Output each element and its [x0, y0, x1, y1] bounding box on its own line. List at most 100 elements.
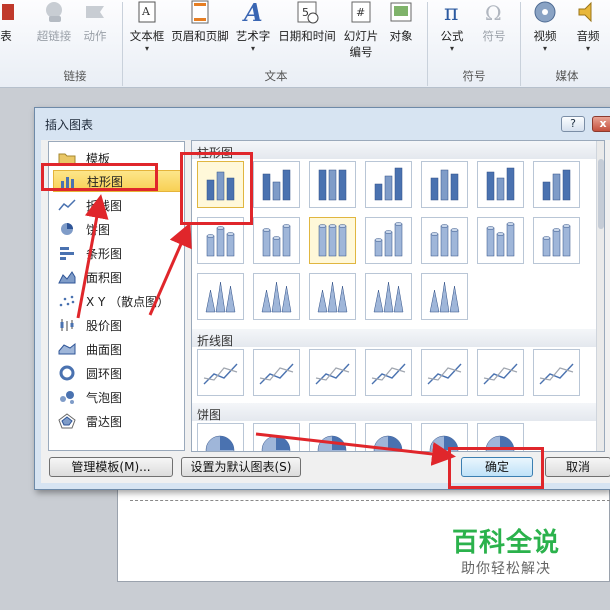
- category-bubble[interactable]: 气泡图: [53, 386, 181, 408]
- action-button[interactable]: 动作: [80, 0, 110, 68]
- chart-type-thumbnail[interactable]: [253, 217, 300, 264]
- close-button[interactable]: x: [592, 116, 610, 132]
- chart-preview-icon: [205, 281, 236, 313]
- header-footer-button[interactable]: 页眉和页脚: [168, 0, 232, 68]
- chart-preview-icon: [205, 435, 235, 451]
- group-label-text: 文本: [264, 69, 288, 83]
- chart-type-thumbnail[interactable]: [421, 349, 468, 396]
- category-pie[interactable]: 饼图: [53, 218, 181, 240]
- bar-chart-icon: [58, 245, 76, 261]
- video-icon: [532, 0, 558, 24]
- category-line[interactable]: 折线图: [53, 194, 181, 216]
- chart-type-thumbnail[interactable]: [477, 161, 524, 208]
- chart-gallery[interactable]: 柱形图 折线图 饼图: [191, 140, 605, 452]
- chart-preview-icon: [373, 281, 404, 313]
- chart-preview-icon: [262, 224, 291, 257]
- scrollbar-thumb[interactable]: [598, 159, 604, 229]
- chart-preview-icon: [318, 224, 347, 257]
- chart-type-thumbnail[interactable]: [365, 161, 412, 208]
- chart-type-thumbnail[interactable]: [309, 423, 356, 451]
- chart-type-thumbnail[interactable]: [197, 273, 244, 320]
- chart-type-thumbnail[interactable]: [533, 217, 580, 264]
- cancel-button[interactable]: 取消: [545, 457, 610, 477]
- watermark-subtitle: 助你轻松解决: [461, 561, 551, 577]
- chart-type-thumbnail[interactable]: [477, 217, 524, 264]
- category-doughnut[interactable]: 圆环图: [53, 362, 181, 384]
- action-icon: [82, 0, 108, 24]
- chart-type-thumbnail[interactable]: [309, 217, 356, 264]
- chart-type-thumbnail[interactable]: [253, 349, 300, 396]
- chart-type-thumbnail[interactable]: [365, 217, 412, 264]
- chart-type-thumbnail[interactable]: [309, 349, 356, 396]
- audio-icon: [575, 0, 601, 24]
- watermark-title: 百科全说: [452, 528, 561, 558]
- chart-preview-icon: [262, 169, 291, 201]
- category-bar[interactable]: 条形图: [53, 242, 181, 264]
- section-header-pie: 饼图: [197, 408, 222, 422]
- chart-preview-icon: [317, 435, 347, 451]
- section-header-line: 折线图: [197, 334, 234, 348]
- group-label-symbols: 符号: [462, 69, 486, 83]
- category-area[interactable]: 面积图: [53, 266, 181, 288]
- chevron-down-icon: ▾: [449, 44, 454, 53]
- gallery-scrollbar[interactable]: [596, 141, 604, 451]
- chart-preview-icon: [486, 222, 515, 257]
- equation-button[interactable]: π 公式 ▾: [432, 0, 472, 68]
- section-header-bg: [192, 329, 596, 347]
- chart-preview-icon: [371, 363, 406, 385]
- section-header-bg: [192, 403, 596, 421]
- group-separator: [427, 2, 428, 86]
- audio-button[interactable]: 音频 ▾: [570, 0, 606, 68]
- svg-text:#: #: [356, 6, 365, 19]
- chart-type-thumbnail[interactable]: [421, 161, 468, 208]
- chart-type-thumbnail[interactable]: [365, 349, 412, 396]
- chart-preview-icon: [430, 169, 459, 201]
- bubble-chart-icon: [58, 389, 76, 405]
- chart-type-thumbnail[interactable]: [309, 273, 356, 320]
- chart-preview-icon: [374, 167, 403, 201]
- chart-type-thumbnail[interactable]: [197, 349, 244, 396]
- manage-templates-button[interactable]: 管理模板(M)...: [49, 457, 173, 477]
- group-label-links: 链接: [63, 69, 87, 83]
- category-surface[interactable]: 曲面图: [53, 338, 181, 360]
- chart-preview-icon: [318, 169, 347, 201]
- chart-type-thumbnail[interactable]: [477, 349, 524, 396]
- wordart-button[interactable]: A 艺术字 ▾: [233, 0, 273, 68]
- chart-type-thumbnail[interactable]: [421, 217, 468, 264]
- slide-number-button[interactable]: # 幻灯片 编号: [340, 0, 382, 68]
- date-time-button[interactable]: 5 日期和时间: [275, 0, 339, 68]
- slide-number-icon: #: [348, 0, 374, 24]
- category-scatter[interactable]: X Y （散点图）: [53, 290, 181, 312]
- hyperlink-button[interactable]: 超链接: [34, 0, 74, 68]
- wordart-icon: A: [240, 0, 266, 27]
- chart-type-thumbnail[interactable]: [309, 161, 356, 208]
- chart-type-thumbnail[interactable]: [421, 273, 468, 320]
- set-default-chart-button[interactable]: 设置为默认图表(S): [181, 457, 301, 477]
- symbol-icon: Ω: [481, 0, 507, 25]
- textbox-icon: A: [134, 0, 160, 24]
- chart-preview-icon: [542, 169, 571, 201]
- chart-type-thumbnail[interactable]: [253, 273, 300, 320]
- symbol-button[interactable]: Ω 符号: [476, 0, 512, 68]
- help-button[interactable]: ?: [561, 116, 585, 132]
- chart-type-thumbnail[interactable]: [365, 273, 412, 320]
- chart-type-thumbnail[interactable]: [253, 161, 300, 208]
- object-button[interactable]: 对象: [385, 0, 417, 68]
- line-chart-icon: [58, 197, 76, 213]
- chart-preview-icon: [483, 363, 518, 385]
- chart-type-thumbnail[interactable]: [365, 423, 412, 451]
- radar-chart-icon: [58, 413, 76, 429]
- chart-type-thumbnail[interactable]: [533, 161, 580, 208]
- chart-preview-icon: [317, 281, 348, 313]
- table-button[interactable]: 表: [0, 0, 16, 68]
- category-stock[interactable]: 股价图: [53, 314, 181, 336]
- chart-preview-icon: [203, 363, 238, 385]
- textbox-button[interactable]: A 文本框 ▾: [126, 0, 168, 68]
- chart-type-thumbnail[interactable]: [197, 423, 244, 451]
- chart-preview-icon: [259, 363, 294, 385]
- video-button[interactable]: 视频 ▾: [526, 0, 564, 68]
- chart-type-thumbnail[interactable]: [253, 423, 300, 451]
- chart-type-thumbnail[interactable]: [533, 349, 580, 396]
- chart-preview-icon: [430, 224, 459, 257]
- category-radar[interactable]: 雷达图: [53, 410, 181, 432]
